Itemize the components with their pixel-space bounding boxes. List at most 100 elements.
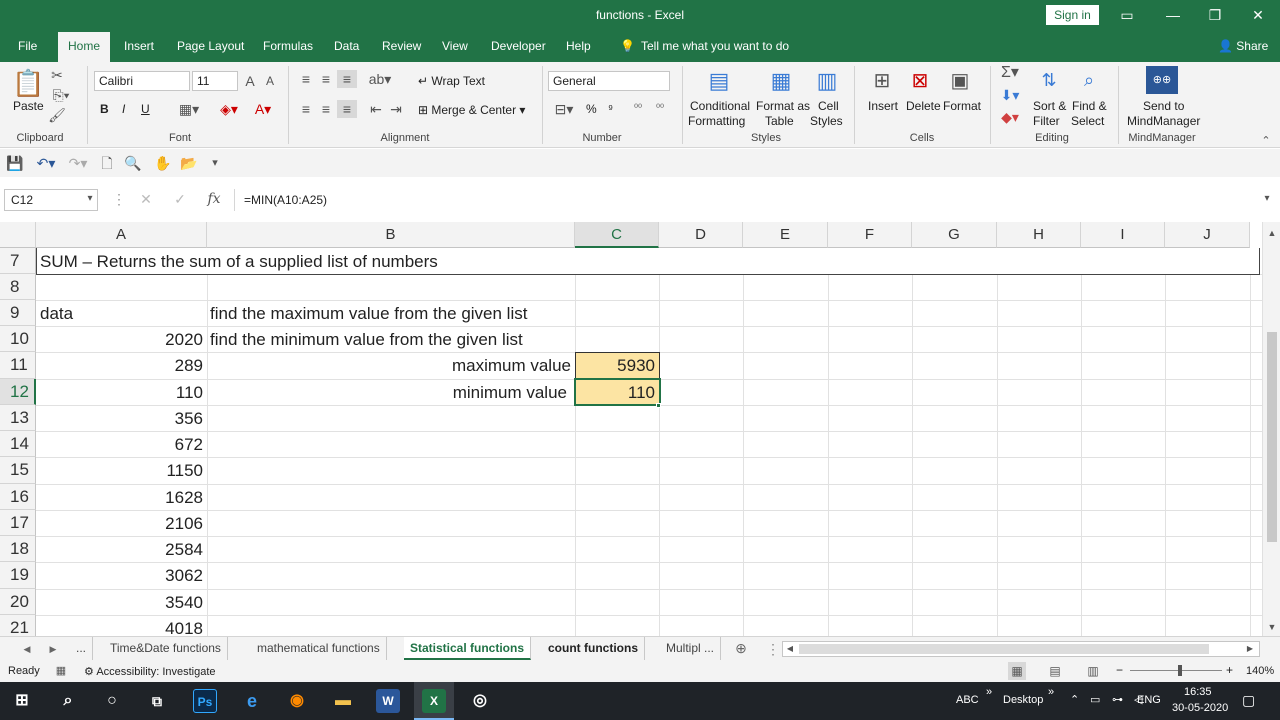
edge-icon[interactable]: e bbox=[240, 689, 264, 713]
chevron-down-icon[interactable]: ▾ bbox=[84, 190, 96, 208]
scroll-right-icon[interactable]: ▶ bbox=[1245, 640, 1255, 658]
align-middle-icon[interactable]: ≡ bbox=[316, 70, 336, 88]
cell-a7[interactable]: SUM – Returns the sum of a supplied list… bbox=[40, 248, 438, 274]
cell-a16[interactable]: 1628 bbox=[36, 484, 207, 510]
find-select-label-2[interactable]: Select bbox=[1071, 114, 1104, 128]
page-break-view-icon[interactable]: ▥ bbox=[1084, 662, 1102, 680]
column-header-h[interactable]: H bbox=[997, 222, 1081, 248]
row-header[interactable]: 19 bbox=[0, 562, 36, 589]
cell-a20[interactable]: 3540 bbox=[36, 589, 207, 615]
select-all-corner[interactable] bbox=[0, 222, 36, 248]
number-format-dropdown[interactable]: General bbox=[548, 71, 670, 91]
normal-view-icon[interactable]: ▦ bbox=[1008, 662, 1026, 680]
firefox-icon[interactable]: ◉ bbox=[285, 689, 309, 713]
restore-button[interactable]: ❐ bbox=[1200, 4, 1230, 26]
send-to-label-2[interactable]: MindManager bbox=[1127, 114, 1200, 128]
tab-data[interactable]: Data bbox=[326, 30, 367, 62]
worksheet-grid[interactable]: A B C D E F G H I J SUM – Returns the su… bbox=[0, 222, 1262, 636]
insert-cells-icon[interactable]: ⊞ bbox=[868, 66, 896, 96]
accounting-icon[interactable]: ⊟▾ bbox=[550, 100, 578, 118]
align-bottom-icon[interactable]: ≡ bbox=[337, 70, 357, 88]
column-header-b[interactable]: B bbox=[207, 222, 575, 248]
tab-page-layout[interactable]: Page Layout bbox=[169, 30, 252, 62]
increase-font-icon[interactable]: A bbox=[242, 72, 258, 90]
row-header[interactable]: 14 bbox=[0, 431, 36, 457]
fill-icon[interactable]: ⬇▾ bbox=[998, 86, 1022, 104]
task-view-icon[interactable]: ⧉ bbox=[145, 689, 169, 713]
prev-sheet-icon[interactable]: ◀ bbox=[20, 640, 34, 658]
row-header[interactable]: 17 bbox=[0, 510, 36, 536]
conditional-formatting-label-1[interactable]: Conditional bbox=[690, 99, 750, 113]
orientation-icon[interactable]: ab▾ bbox=[366, 70, 394, 88]
cell-b11[interactable]: maximum value bbox=[207, 352, 575, 378]
excel-icon[interactable]: X bbox=[422, 689, 446, 713]
macro-record-icon[interactable]: ▦ bbox=[54, 662, 68, 680]
tab-developer[interactable]: Developer bbox=[483, 30, 554, 62]
cell-styles-label-1[interactable]: Cell bbox=[818, 99, 839, 113]
page-layout-view-icon[interactable]: ▤ bbox=[1046, 662, 1064, 680]
cell-a10[interactable]: 2020 bbox=[36, 326, 207, 352]
insert-cells-label[interactable]: Insert bbox=[868, 99, 898, 113]
conditional-formatting-label-2[interactable]: Formatting bbox=[688, 114, 745, 128]
cell-a9[interactable]: data bbox=[40, 300, 73, 326]
insert-function-icon[interactable]: fx bbox=[204, 190, 224, 208]
align-right-icon[interactable]: ≡ bbox=[337, 100, 357, 118]
column-header-d[interactable]: D bbox=[659, 222, 743, 248]
cell-b12[interactable]: minimum value bbox=[207, 379, 571, 405]
cell-a13[interactable]: 356 bbox=[36, 405, 207, 431]
column-header-i[interactable]: I bbox=[1081, 222, 1165, 248]
sign-in-button[interactable]: Sign in bbox=[1046, 5, 1099, 25]
cell-a21[interactable]: 4018 bbox=[36, 615, 207, 636]
increase-indent-icon[interactable]: ⇥ bbox=[386, 100, 406, 118]
search-icon[interactable]: ⌕ bbox=[56, 689, 80, 713]
find-select-icon[interactable]: ⌕ bbox=[1076, 66, 1102, 94]
open-folder-icon[interactable]: 📂 bbox=[180, 154, 198, 172]
font-color-icon[interactable]: A▾ bbox=[250, 100, 276, 118]
row-header[interactable]: 15 bbox=[0, 457, 36, 484]
column-header-g[interactable]: G bbox=[912, 222, 997, 248]
notifications-icon[interactable]: ▢ bbox=[1242, 692, 1255, 709]
chevron-icon[interactable]: » bbox=[986, 686, 992, 698]
cell-a11[interactable]: 289 bbox=[36, 352, 207, 378]
horizontal-scrollbar[interactable]: ◀ ▶ bbox=[782, 641, 1260, 657]
wrap-text-button[interactable]: ↵ Wrap Text bbox=[418, 74, 485, 88]
tab-file[interactable]: File bbox=[10, 30, 45, 62]
sort-filter-icon[interactable]: ⇅ bbox=[1036, 66, 1062, 94]
scroll-down-icon[interactable]: ▼ bbox=[1265, 618, 1279, 636]
cell-a18[interactable]: 2584 bbox=[36, 536, 207, 562]
zoom-level[interactable]: 140% bbox=[1246, 665, 1274, 677]
minimize-button[interactable]: — bbox=[1158, 4, 1188, 26]
font-name-dropdown[interactable]: Calibri bbox=[94, 71, 190, 91]
scroll-up-icon[interactable]: ▲ bbox=[1265, 224, 1279, 242]
file-explorer-icon[interactable]: ▬ bbox=[331, 689, 355, 713]
decrease-decimal-icon[interactable]: ⁰⁰ bbox=[650, 100, 670, 118]
obs-icon[interactable]: ◎ bbox=[468, 689, 492, 713]
next-sheet-icon[interactable]: ▶ bbox=[46, 640, 60, 658]
format-as-table-label-1[interactable]: Format as bbox=[756, 99, 810, 113]
row-header[interactable]: 7 bbox=[0, 248, 36, 274]
autosum-icon[interactable]: Σ▾ bbox=[998, 64, 1022, 82]
comma-button[interactable]: ⁹ bbox=[608, 102, 613, 116]
zoom-in-icon[interactable]: + bbox=[1226, 663, 1233, 677]
zoom-out-icon[interactable]: − bbox=[1116, 663, 1123, 677]
chevron-icon[interactable]: » bbox=[1048, 686, 1054, 698]
mindmanager-icon[interactable]: ⊕⊕ bbox=[1146, 66, 1178, 94]
send-to-label-1[interactable]: Send to bbox=[1143, 99, 1184, 113]
scroll-left-icon[interactable]: ◀ bbox=[785, 640, 795, 658]
column-header-j[interactable]: J bbox=[1165, 222, 1250, 248]
save-icon[interactable]: 💾 bbox=[6, 154, 24, 172]
language-indicator[interactable]: ENG bbox=[1137, 694, 1161, 706]
fill-handle[interactable] bbox=[656, 403, 661, 408]
clear-icon[interactable]: ◆▾ bbox=[998, 108, 1022, 126]
row-header[interactable]: 20 bbox=[0, 589, 36, 615]
add-sheet-icon[interactable]: ⊕ bbox=[732, 639, 750, 657]
sheet-tab[interactable]: mathematical functions bbox=[251, 637, 387, 660]
sheet-tab[interactable]: Multipl ... bbox=[660, 637, 722, 660]
format-as-table-icon[interactable]: ▦ bbox=[766, 66, 796, 96]
underline-button[interactable]: U bbox=[141, 102, 150, 116]
row-header[interactable]: 11 bbox=[0, 352, 36, 379]
clock-date[interactable]: 30-05-2020 bbox=[1172, 702, 1228, 714]
undo-icon[interactable]: ↶▾ bbox=[32, 154, 60, 172]
decrease-font-icon[interactable]: A bbox=[262, 72, 278, 90]
row-header[interactable]: 13 bbox=[0, 405, 36, 431]
